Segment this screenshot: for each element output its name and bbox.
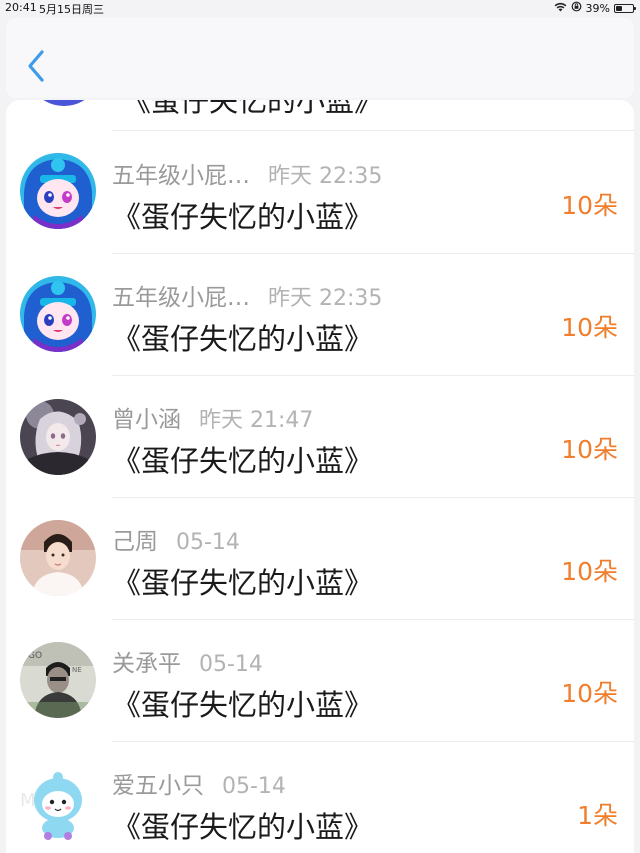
item-title: 《蛋仔失忆的小蓝》 bbox=[112, 810, 374, 844]
sent-time: 05-14 bbox=[176, 530, 240, 555]
sender-name: 爱五小只 bbox=[112, 773, 204, 799]
list-item-partial[interactable]: 《蛋仔失忆的小蓝》 bbox=[6, 100, 634, 131]
battery-level-fill bbox=[616, 5, 623, 11]
sent-time: 昨天 22:35 bbox=[268, 164, 383, 189]
svg-text:GO: GO bbox=[28, 651, 42, 661]
sent-time: 05-14 bbox=[222, 774, 286, 799]
chevron-left-icon bbox=[24, 50, 52, 90]
item-title: 《蛋仔失忆的小蓝》 bbox=[112, 688, 374, 722]
flower-count: 1朵 bbox=[577, 801, 618, 830]
sender-name: 曾小涵 bbox=[112, 407, 181, 433]
item-meta: 五年级小屁… 昨天 22:35 bbox=[112, 278, 382, 311]
status-indicators: 39% bbox=[554, 1, 636, 15]
flower-count: 10朵 bbox=[561, 557, 618, 586]
sender-name: 己周 bbox=[112, 529, 158, 555]
sender-name: 五年级小屁… bbox=[112, 285, 250, 311]
item-title: 《蛋仔失忆的小蓝》 bbox=[112, 200, 374, 234]
avatar bbox=[20, 153, 96, 229]
gift-list: 《蛋仔失忆的小蓝》 五年级小屁… 昨天 22:35 《蛋仔失忆的小蓝》 10朵 … bbox=[6, 100, 634, 853]
item-meta: 五年级小屁… 昨天 22:35 bbox=[112, 156, 382, 189]
item-title: 《蛋仔失忆的小蓝》 bbox=[122, 100, 384, 118]
item-meta: 关承平 05-14 bbox=[112, 644, 263, 677]
battery-percent: 39% bbox=[585, 1, 610, 15]
list-item[interactable]: 五年级小屁… 昨天 22:35 《蛋仔失忆的小蓝》 10朵 bbox=[6, 254, 634, 376]
item-title: 《蛋仔失忆的小蓝》 bbox=[112, 566, 374, 600]
flower-count: 10朵 bbox=[561, 191, 618, 220]
flower-count: 10朵 bbox=[561, 313, 618, 342]
avatar bbox=[20, 399, 96, 475]
list-item[interactable]: 曾小涵 昨天 21:47 《蛋仔失忆的小蓝》 10朵 bbox=[6, 376, 634, 498]
avatar bbox=[26, 100, 102, 106]
sent-time: 昨天 21:47 bbox=[199, 408, 314, 433]
sender-name: 五年级小屁… bbox=[112, 163, 250, 189]
list-item[interactable]: GO NE 关承平 05-14 《蛋仔失忆的小蓝》 10朵 bbox=[6, 620, 634, 742]
list-item[interactable]: 五年级小屁… 昨天 22:35 《蛋仔失忆的小蓝》 10朵 bbox=[6, 132, 634, 254]
nav-header bbox=[6, 18, 634, 98]
item-meta: 爱五小只 05-14 bbox=[112, 766, 286, 799]
status-bar: 20:41 5月15日周三 39% bbox=[0, 0, 640, 16]
svg-text:NE: NE bbox=[72, 666, 82, 674]
sent-time: 05-14 bbox=[199, 652, 263, 677]
item-title: 《蛋仔失忆的小蓝》 bbox=[112, 444, 374, 478]
item-meta: 曾小涵 昨天 21:47 bbox=[112, 400, 313, 433]
sender-name: 关承平 bbox=[112, 651, 181, 677]
status-time: 20:41 bbox=[5, 1, 37, 14]
item-title: 《蛋仔失忆的小蓝》 bbox=[112, 322, 374, 356]
avatar: Mtsi bbox=[20, 766, 96, 842]
orientation-lock-icon bbox=[571, 1, 582, 15]
sent-time: 昨天 22:35 bbox=[268, 286, 383, 311]
back-button[interactable] bbox=[24, 46, 52, 86]
row-divider bbox=[112, 130, 634, 131]
avatar bbox=[20, 520, 96, 596]
wifi-icon bbox=[554, 2, 567, 15]
flower-count: 10朵 bbox=[561, 679, 618, 708]
avatar bbox=[20, 276, 96, 352]
status-date: 5月15日周三 bbox=[39, 3, 104, 16]
avatar: GO NE bbox=[20, 642, 96, 718]
battery-icon bbox=[614, 3, 636, 13]
list-item[interactable]: Mtsi 爱五小只 05-14 《蛋仔失忆的小蓝》 1朵 bbox=[6, 742, 634, 853]
flower-count: 10朵 bbox=[561, 435, 618, 464]
item-meta: 己周 05-14 bbox=[112, 522, 240, 555]
list-item[interactable]: 己周 05-14 《蛋仔失忆的小蓝》 10朵 bbox=[6, 498, 634, 620]
